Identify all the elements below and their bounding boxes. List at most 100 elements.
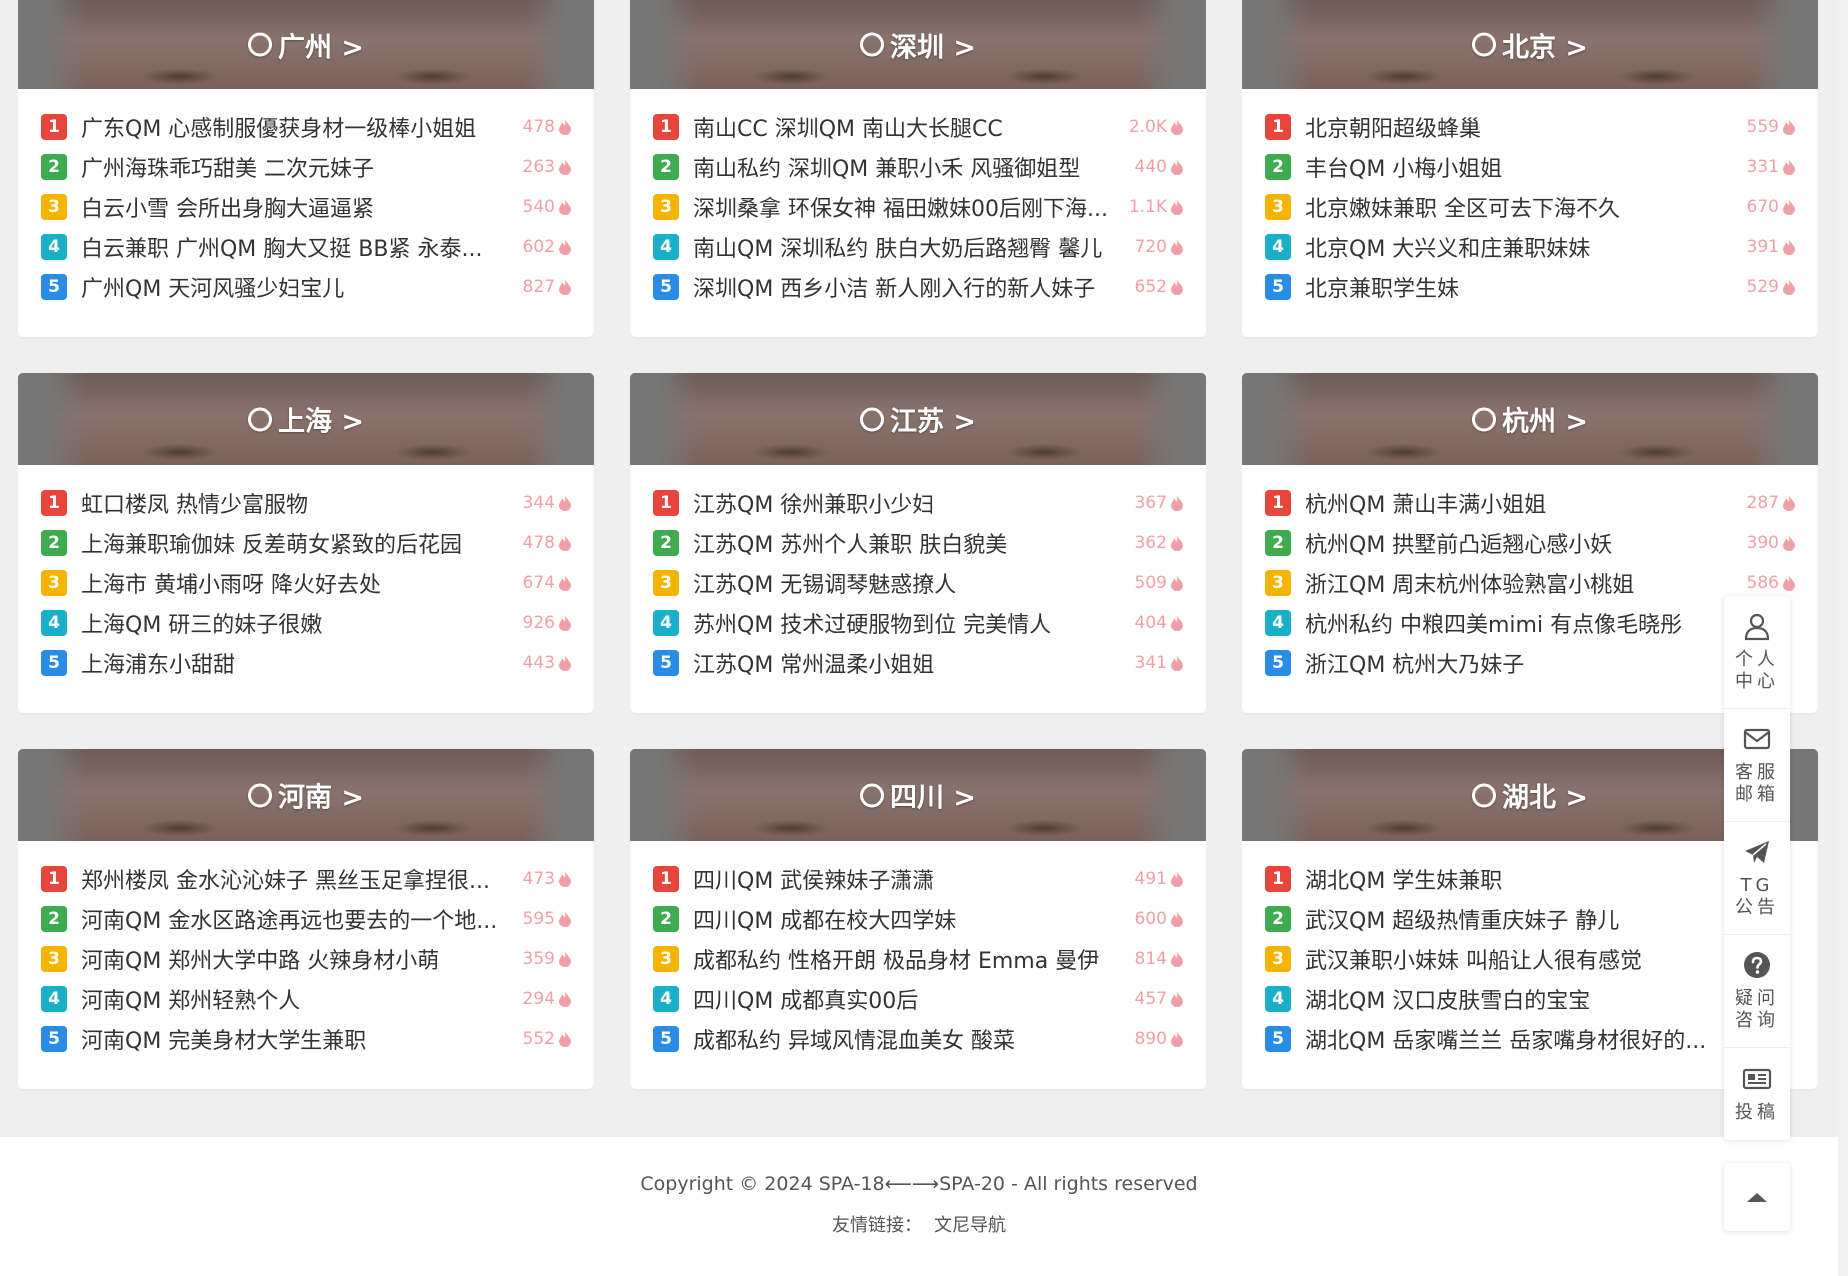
faq-button[interactable]: 疑问咨询	[1724, 935, 1790, 1048]
list-item[interactable]: 1 郑州楼凤 金水沁沁妹子 黑丝玉足拿捏很... 473	[41, 859, 572, 899]
item-title[interactable]: 虹口楼凤 热情少富服物	[81, 487, 515, 519]
item-title[interactable]: 河南QM 金水区路途再远也要去的一个地...	[81, 903, 515, 935]
card-header[interactable]: 河南 >	[18, 749, 594, 841]
item-title[interactable]: 深圳桑拿 环保女神 福田嫩妹00后刚下海...	[693, 191, 1121, 223]
list-item[interactable]: 2 广州海珠乖巧甜美 二次元妹子 263	[41, 147, 572, 187]
friend-link[interactable]: 文尼导航	[934, 1215, 1006, 1236]
card-title[interactable]: 广州 >	[18, 25, 594, 64]
list-item[interactable]: 5 上海浦东小甜甜 443	[41, 643, 572, 683]
list-item[interactable]: 4 湖北QM 汉口皮肤雪白的宝宝	[1265, 979, 1796, 1019]
item-title[interactable]: 杭州QM 萧山丰满小姐姐	[1305, 487, 1739, 519]
list-item[interactable]: 2 南山私约 深圳QM 兼职小禾 风骚御姐型 440	[653, 147, 1184, 187]
card-title[interactable]: 杭州 >	[1242, 400, 1818, 439]
list-item[interactable]: 2 武汉QM 超级热情重庆妹子 静儿	[1265, 899, 1796, 939]
page-scrollbar[interactable]	[1838, 0, 1848, 1276]
list-item[interactable]: 1 虹口楼凤 热情少富服物 344	[41, 483, 572, 523]
tg-notice-button[interactable]: TG公告	[1724, 822, 1790, 935]
submit-post-button[interactable]: 投稿	[1724, 1048, 1790, 1140]
list-item[interactable]: 2 丰台QM 小梅小姐姐 331	[1265, 147, 1796, 187]
list-item[interactable]: 4 南山QM 深圳私约 肤白大奶后路翘臀 馨儿 720	[653, 227, 1184, 267]
item-title[interactable]: 湖北QM 学生妹兼职	[1305, 863, 1716, 895]
list-item[interactable]: 3 深圳桑拿 环保女神 福田嫩妹00后刚下海... 1.1K	[653, 187, 1184, 227]
item-title[interactable]: 成都私约 性格开朗 极品身材 Emma 曼伊	[693, 943, 1127, 975]
item-title[interactable]: 成都私约 异域风情混血美女 酸菜	[693, 1023, 1127, 1055]
list-item[interactable]: 1 杭州QM 萧山丰满小姐姐 287	[1265, 483, 1796, 523]
card-header[interactable]: 江苏 >	[630, 373, 1206, 465]
list-item[interactable]: 3 上海市 黄埔小雨呀 降火好去处 674	[41, 563, 572, 603]
card-header[interactable]: 上海 >	[18, 373, 594, 465]
item-title[interactable]: 北京嫩妹兼职 全区可去下海不久	[1305, 191, 1739, 223]
list-item[interactable]: 5 广州QM 天河风骚少妇宝儿 827	[41, 267, 572, 307]
item-title[interactable]: 苏州QM 技术过硬服物到位 完美情人	[693, 607, 1127, 639]
item-title[interactable]: 江苏QM 徐州兼职小少妇	[693, 487, 1127, 519]
card-header[interactable]: 杭州 >	[1242, 373, 1818, 465]
item-title[interactable]: 杭州私约 中粮四美mimi 有点像毛晓彤	[1305, 607, 1796, 639]
item-title[interactable]: 四川QM 成都在校大四学妹	[693, 903, 1127, 935]
item-title[interactable]: 上海市 黄埔小雨呀 降火好去处	[81, 567, 515, 599]
item-title[interactable]: 白云兼职 广州QM 胸大又挺 BB紧 永泰...	[81, 231, 515, 263]
item-title[interactable]: 上海兼职瑜伽妹 反差萌女紧致的后花园	[81, 527, 515, 559]
card-title[interactable]: 深圳 >	[630, 25, 1206, 64]
personal-center-button[interactable]: 个人中心	[1724, 596, 1790, 709]
item-title[interactable]: 浙江QM 杭州大乃妹子	[1305, 647, 1796, 679]
item-title[interactable]: 河南QM 完美身材大学生兼职	[81, 1023, 515, 1055]
list-item[interactable]: 2 上海兼职瑜伽妹 反差萌女紧致的后花园 478	[41, 523, 572, 563]
list-item[interactable]: 5 河南QM 完美身材大学生兼职 552	[41, 1019, 572, 1059]
item-title[interactable]: 北京朝阳超级蜂巢	[1305, 111, 1739, 143]
list-item[interactable]: 1 南山CC 深圳QM 南山大长腿CC 2.0K	[653, 107, 1184, 147]
card-header[interactable]: 北京 >	[1242, 0, 1818, 89]
item-title[interactable]: 广东QM 心感制服優获身材一级棒小姐姐	[81, 111, 515, 143]
item-title[interactable]: 江苏QM 苏州个人兼职 肤白貌美	[693, 527, 1127, 559]
item-title[interactable]: 上海QM 研三的妹子很嫩	[81, 607, 515, 639]
list-item[interactable]: 1 北京朝阳超级蜂巢 559	[1265, 107, 1796, 147]
list-item[interactable]: 2 河南QM 金水区路途再远也要去的一个地... 595	[41, 899, 572, 939]
item-title[interactable]: 河南QM 郑州轻熟个人	[81, 983, 515, 1015]
list-item[interactable]: 3 浙江QM 周末杭州体验熟富小桃姐 586	[1265, 563, 1796, 603]
list-item[interactable]: 4 杭州私约 中粮四美mimi 有点像毛晓彤	[1265, 603, 1796, 643]
list-item[interactable]: 4 四川QM 成都真实00后 457	[653, 979, 1184, 1019]
card-title[interactable]: 上海 >	[18, 400, 594, 439]
list-item[interactable]: 5 成都私约 异域风情混血美女 酸菜 890	[653, 1019, 1184, 1059]
item-title[interactable]: 广州QM 天河风骚少妇宝儿	[81, 271, 515, 303]
item-title[interactable]: 南山私约 深圳QM 兼职小禾 风骚御姐型	[693, 151, 1127, 183]
list-item[interactable]: 4 白云兼职 广州QM 胸大又挺 BB紧 永泰... 602	[41, 227, 572, 267]
item-title[interactable]: 杭州QM 拱墅前凸逅翘心感小妖	[1305, 527, 1739, 559]
item-title[interactable]: 武汉兼职小妹妹 叫船让人很有感觉	[1305, 943, 1716, 975]
item-title[interactable]: 四川QM 成都真实00后	[693, 983, 1127, 1015]
list-item[interactable]: 2 江苏QM 苏州个人兼职 肤白貌美 362	[653, 523, 1184, 563]
list-item[interactable]: 4 北京QM 大兴义和庄兼职妹妹 391	[1265, 227, 1796, 267]
list-item[interactable]: 3 北京嫩妹兼职 全区可去下海不久 670	[1265, 187, 1796, 227]
list-item[interactable]: 1 广东QM 心感制服優获身材一级棒小姐姐 478	[41, 107, 572, 147]
list-item[interactable]: 3 白云小雪 会所出身胸大逼逼紧 540	[41, 187, 572, 227]
card-title[interactable]: 江苏 >	[630, 400, 1206, 439]
list-item[interactable]: 5 深圳QM 西乡小洁 新人刚入行的新人妹子 652	[653, 267, 1184, 307]
list-item[interactable]: 1 江苏QM 徐州兼职小少妇 367	[653, 483, 1184, 523]
list-item[interactable]: 5 湖北QM 岳家嘴兰兰 岳家嘴身材很好的...	[1265, 1019, 1796, 1059]
item-title[interactable]: 江苏QM 常州温柔小姐姐	[693, 647, 1127, 679]
list-item[interactable]: 2 四川QM 成都在校大四学妹 600	[653, 899, 1184, 939]
item-title[interactable]: 白云小雪 会所出身胸大逼逼紧	[81, 191, 515, 223]
item-title[interactable]: 湖北QM 岳家嘴兰兰 岳家嘴身材很好的...	[1305, 1023, 1716, 1055]
card-header[interactable]: 四川 >	[630, 749, 1206, 841]
list-item[interactable]: 1 四川QM 武侯辣妹子潇潇 491	[653, 859, 1184, 899]
item-title[interactable]: 江苏QM 无锡调琴魅惑撩人	[693, 567, 1127, 599]
list-item[interactable]: 5 北京兼职学生妹 529	[1265, 267, 1796, 307]
list-item[interactable]: 5 江苏QM 常州温柔小姐姐 341	[653, 643, 1184, 683]
card-title[interactable]: 四川 >	[630, 776, 1206, 815]
list-item[interactable]: 3 成都私约 性格开朗 极品身材 Emma 曼伊 814	[653, 939, 1184, 979]
list-item[interactable]: 1 湖北QM 学生妹兼职	[1265, 859, 1796, 899]
item-title[interactable]: 南山CC 深圳QM 南山大长腿CC	[693, 111, 1121, 143]
list-item[interactable]: 3 江苏QM 无锡调琴魅惑撩人 509	[653, 563, 1184, 603]
item-title[interactable]: 南山QM 深圳私约 肤白大奶后路翘臀 馨儿	[693, 231, 1127, 263]
card-title[interactable]: 河南 >	[18, 776, 594, 815]
card-header[interactable]: 广州 >	[18, 0, 594, 89]
list-item[interactable]: 3 河南QM 郑州大学中路 火辣身材小萌 359	[41, 939, 572, 979]
list-item[interactable]: 4 上海QM 研三的妹子很嫩 926	[41, 603, 572, 643]
item-title[interactable]: 浙江QM 周末杭州体验熟富小桃姐	[1305, 567, 1739, 599]
item-title[interactable]: 广州海珠乖巧甜美 二次元妹子	[81, 151, 515, 183]
list-item[interactable]: 5 浙江QM 杭州大乃妹子	[1265, 643, 1796, 683]
item-title[interactable]: 北京QM 大兴义和庄兼职妹妹	[1305, 231, 1739, 263]
item-title[interactable]: 深圳QM 西乡小洁 新人刚入行的新人妹子	[693, 271, 1127, 303]
card-title[interactable]: 湖北 >	[1242, 776, 1818, 815]
item-title[interactable]: 四川QM 武侯辣妹子潇潇	[693, 863, 1127, 895]
